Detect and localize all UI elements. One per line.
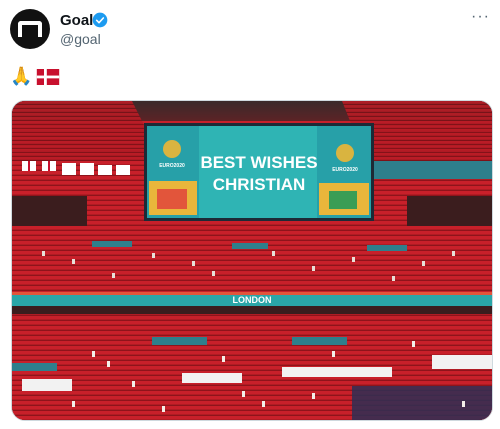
euro-trophy-icon [163,140,181,158]
tweet-text: 🙏 [10,66,60,87]
denmark-flag-icon [37,68,60,85]
goal-logo-icon [18,21,42,37]
screen-message-line2: CHRISTIAN [213,175,306,194]
verified-badge-icon [92,12,108,28]
screen-message-line1: BEST WISHES [200,153,317,172]
euro-trophy-icon [336,144,354,162]
folded-hands-emoji: 🙏 [10,66,33,86]
more-options-button[interactable]: ··· [471,8,490,26]
euro-logo-text-right: EURO2020 [332,167,358,173]
tweet-media-image[interactable]: EURO2020 EURO2020 BEST WISHES CHRISTIAN … [11,100,493,421]
stadium-photo: EURO2020 EURO2020 BEST WISHES CHRISTIAN … [12,101,492,420]
euro-logo-text: EURO2020 [159,163,185,169]
account-name[interactable]: Goal [60,12,93,29]
account-handle[interactable]: @goal [60,31,101,47]
stadium-banner-text: LONDON [233,295,272,305]
avatar[interactable] [10,9,50,49]
